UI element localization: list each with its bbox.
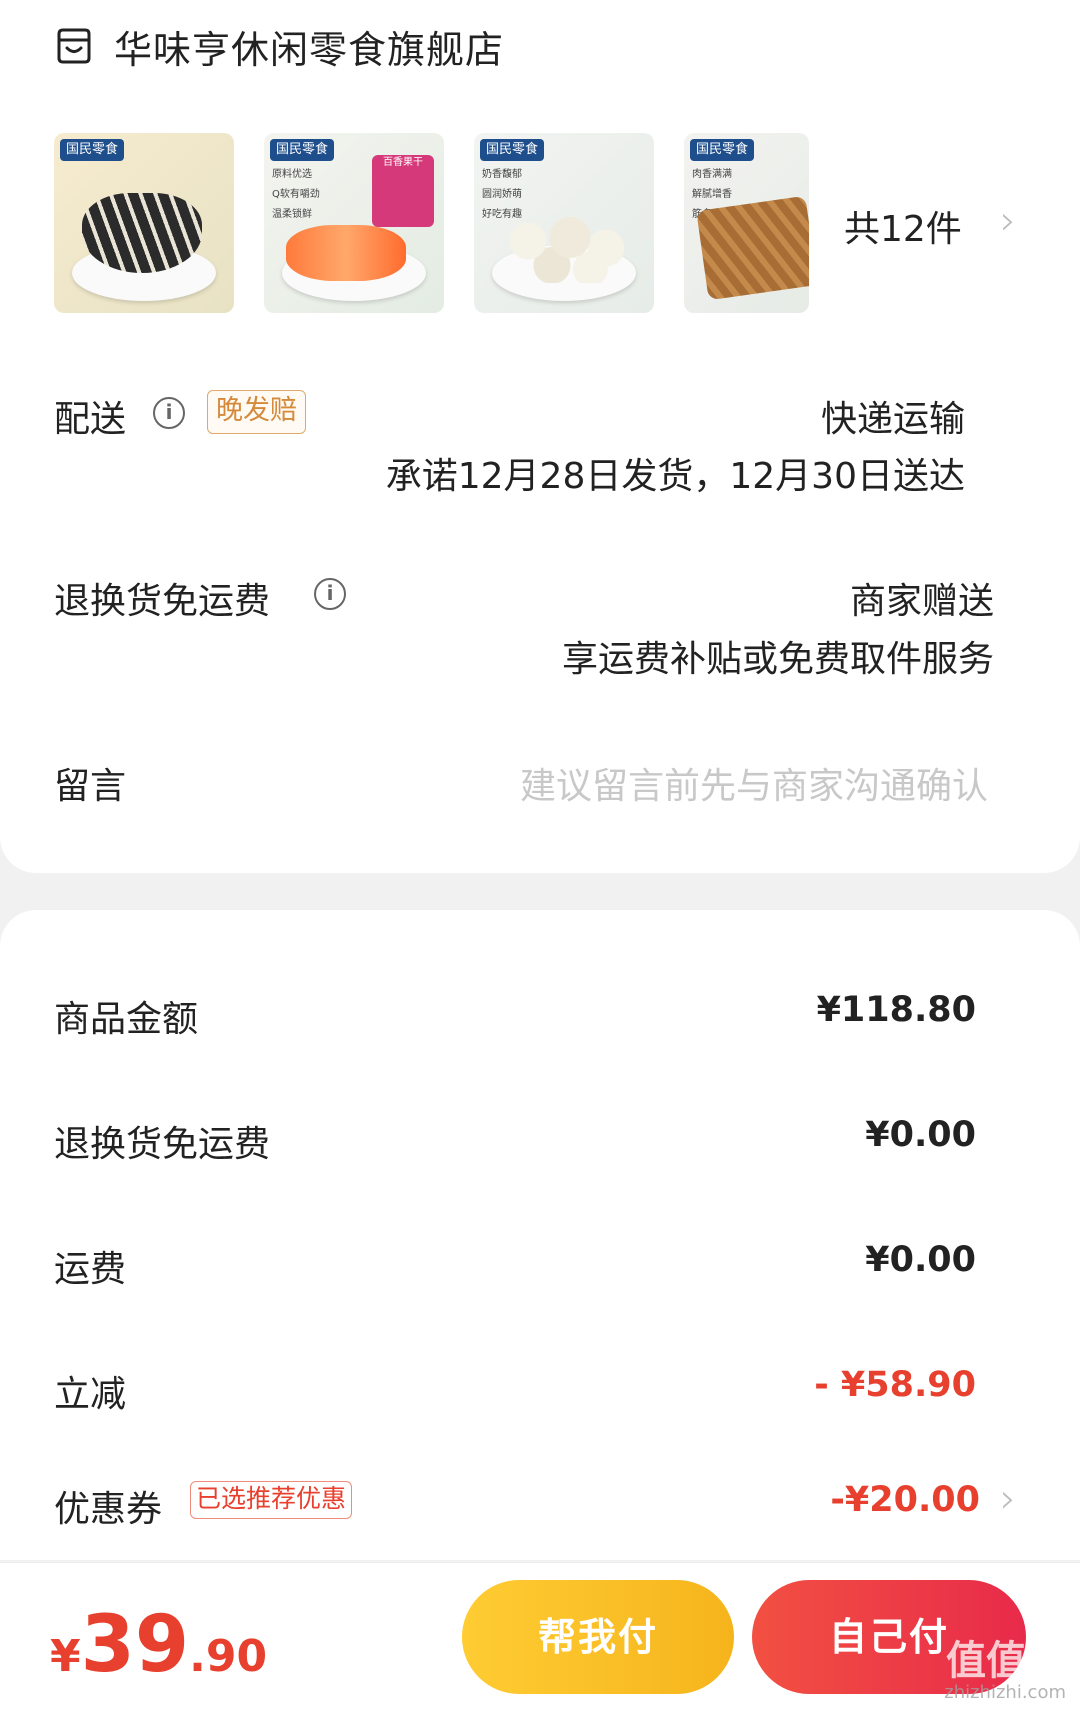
delivery-label: 配送 [54,399,127,440]
product-thumb-passion-fruit[interactable]: 国民零食 原料优选 Q软有嚼劲 温柔锁鲜 百香果干 [264,133,444,313]
brand-badge: 国民零食 [690,139,755,161]
watermark: 值值值 [946,1638,1066,1684]
store-icon [57,28,91,64]
delivery-method: 快递运输 [820,399,965,440]
chevron-right-icon[interactable]: › [1000,198,1016,244]
shipping-fee-value: ¥0.00 [865,1240,976,1280]
brand-badge: 国民零食 [60,139,125,161]
info-icon[interactable]: i [314,578,346,610]
watermark-url: zhizhizhi.com [944,1682,1066,1703]
late-compensation-badge: 晚发赔 [207,390,306,434]
chevron-right-icon[interactable]: › [1000,1476,1016,1522]
return-shipping-desc: 享运费补贴或免费取件服务 [561,639,994,680]
dried-fruit-image [286,225,406,281]
goods-amount-value: ¥118.80 [816,990,976,1030]
total-price: ¥39.90 [50,1600,268,1690]
return-fee-value: ¥0.00 [865,1115,976,1155]
brand-badge: 国民零食 [270,139,335,161]
store-row[interactable]: 华味亨休闲零食旗舰店 [54,18,504,74]
info-icon[interactable]: i [153,397,185,429]
instant-discount-label: 立减 [54,1374,127,1415]
items-count[interactable]: 共12件 [844,200,962,252]
store-name: 华味亨休闲零食旗舰店 [114,27,505,72]
product-thumb-milk-balls[interactable]: 国民零食 奶香馥郁 圆润娇萌 好吃有趣 [474,133,654,313]
message-label: 留言 [54,766,127,807]
product-thumb-sunflower-seeds[interactable]: 国民零食 [54,133,234,313]
jerky-image [696,195,809,301]
return-shipping-value: 商家赠送 [849,581,994,622]
coupon-recommended-badge: 已选推荐优惠 [190,1481,353,1519]
help-pay-button[interactable]: 帮我付 [462,1580,734,1694]
goods-amount-label: 商品金额 [54,999,199,1040]
coupon-value[interactable]: -¥20.00 [830,1480,980,1520]
product-thumbnails[interactable]: 国民零食 国民零食 原料优选 Q软有嚼劲 温柔锁鲜 百香果干 国民零食 奶香馥郁… [54,133,839,313]
milk-balls-image [504,213,624,283]
product-thumb-jerky[interactable]: 国民零食 肉香满满 解腻增香 筋多肉软 [684,133,809,313]
message-input[interactable]: 建议留言前先与商家沟通确认 [520,757,988,809]
brand-badge: 国民零食 [480,139,545,161]
package-image: 百香果干 [372,155,434,227]
delivery-promise: 承诺12月28日发货，12月30日送达 [385,456,965,497]
seeds-image [82,193,202,273]
return-shipping-label: 退换货免运费 [54,581,271,622]
return-fee-label: 退换货免运费 [54,1124,271,1165]
coupon-label: 优惠券 [54,1489,163,1530]
shipping-fee-label: 运费 [54,1249,127,1290]
product-tags: 原料优选 Q软有嚼劲 温柔锁鲜 [272,169,320,220]
instant-discount-value: - ¥58.90 [814,1365,976,1405]
